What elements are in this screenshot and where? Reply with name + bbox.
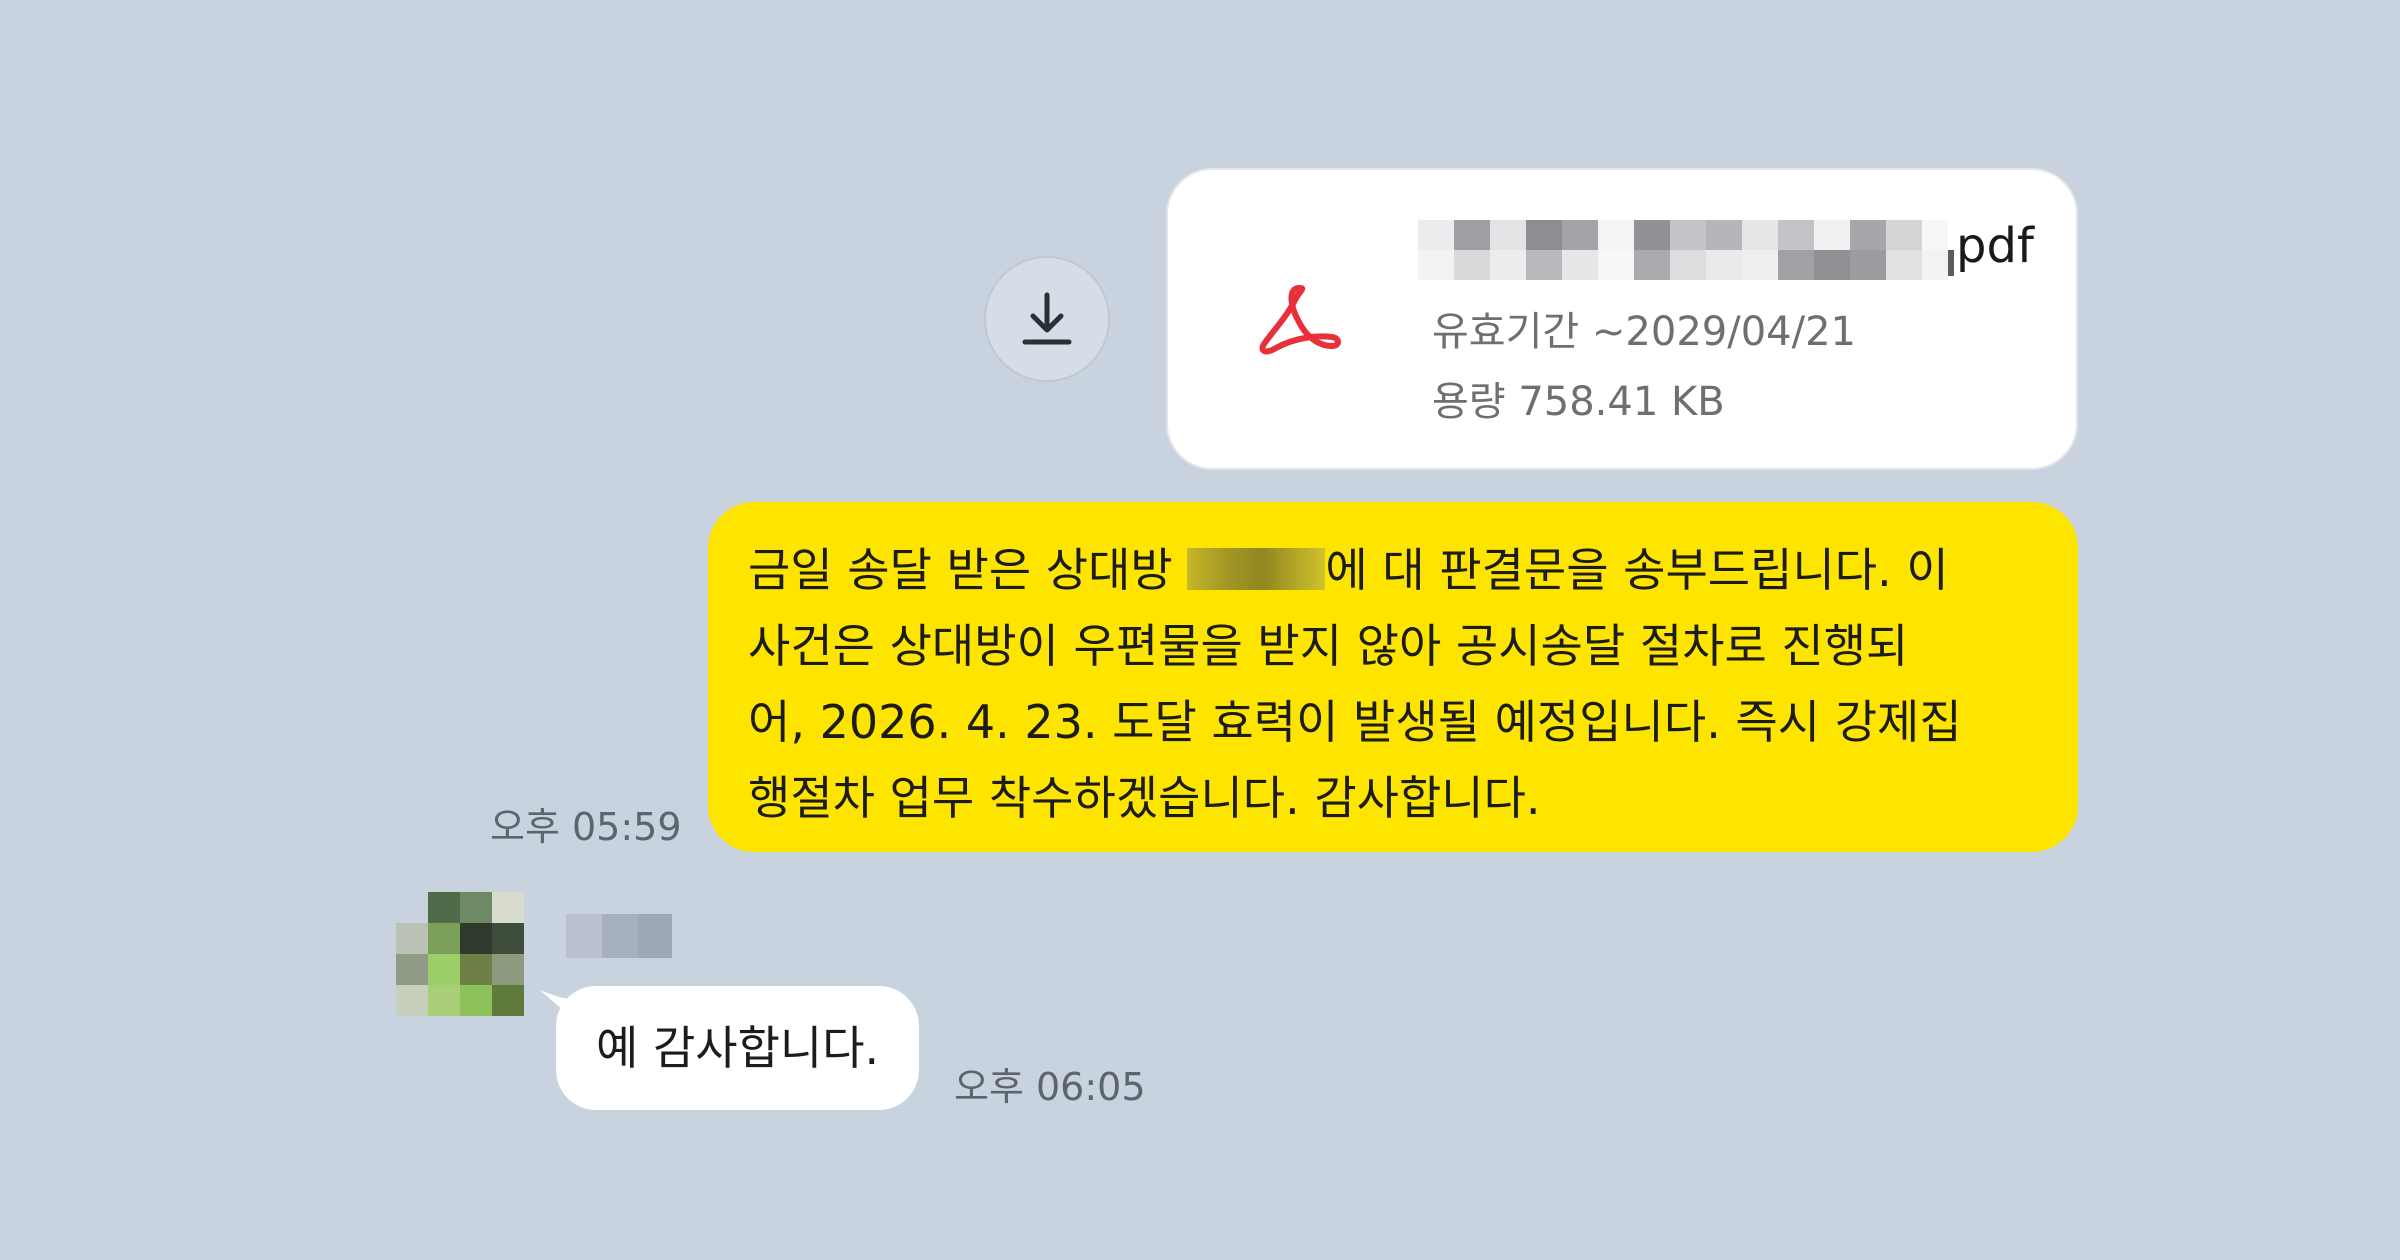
sender-avatar[interactable] [396,892,524,1016]
redacted-segment [1418,220,1454,250]
redacted-segment [1948,250,1954,276]
redacted-segment [1490,250,1526,280]
avatar-pixel [492,892,524,923]
avatar-pixel [396,985,428,1016]
redacted-segment [1670,220,1706,250]
avatar-pixel [460,985,492,1016]
avatar-pixel [428,954,460,985]
sender-name [566,914,672,958]
incoming-message-bubble[interactable]: 예 감사합니다. [556,986,920,1110]
redacted-segment [1634,220,1670,250]
redacted-segment [1562,220,1598,250]
outgoing-message-bubble[interactable]: 금일 송달 받은 상대방 에 대 판결문을 송부드립니다. 이 사건은 상대방이… [708,502,2078,852]
redacted-segment [1850,250,1886,280]
file-extension: pdf [1956,218,2034,274]
redacted-segment [1742,220,1778,250]
message-text: 금일 송달 받은 상대방 [748,543,1188,597]
redacted-segment [566,914,602,958]
redacted-segment [1814,220,1850,250]
message-line-2: 사건은 상대방이 우편물을 받지 않아 공시송달 절차로 진행되 [748,619,1909,673]
redacted-segment [1634,250,1670,280]
avatar-pixel [460,923,492,954]
avatar-pixel [492,985,524,1016]
avatar-pixel [428,985,460,1016]
download-icon [1022,292,1072,345]
redacted-file-name [1418,220,1954,280]
message-line-4: 행절차 업무 착수하겠습니다. 감사합니다. [748,771,1541,825]
redacted-segment [1886,250,1922,280]
redacted-segment [1454,250,1490,280]
redacted-name [1187,548,1326,590]
incoming-message-time: 오후 06:05 [954,1065,1146,1109]
file-attachment-card[interactable]: pdf 유효기간 ~2029/04/21 용량 758.41 KB [1166,168,2078,470]
incoming-message: 예 감사합니다. [540,986,920,1110]
redacted-segment [1850,220,1886,250]
pdf-acrobat-icon [1259,285,1341,355]
redacted-segment [1526,220,1562,250]
message-line-1: 금일 송달 받은 상대방 에 대 판결문을 송부드립니다. 이 [748,532,2040,608]
file-expiry: 유효기간 ~2029/04/21 [1432,309,1856,355]
download-button[interactable] [984,256,1110,382]
redacted-segment [1454,220,1490,250]
redacted-segment [1814,250,1850,280]
redacted-segment [1778,220,1814,250]
redacted-segment [602,914,638,958]
redacted-segment [1778,250,1814,280]
redacted-segment [1886,220,1922,250]
file-size: 용량 758.41 KB [1432,379,1725,425]
redacted-segment [1418,250,1454,280]
redacted-segment [1562,250,1598,280]
redacted-segment [1526,250,1562,280]
avatar-pixel [460,954,492,985]
outgoing-message-time: 오후 05:59 [490,805,682,849]
message-text: 에 대 판결문을 송부드립니다. 이 [1325,543,1949,597]
redacted-segment [1922,250,1948,280]
redacted-segment [1598,250,1634,280]
avatar-pixel [396,923,428,954]
avatar-pixel [460,892,492,923]
redacted-segment [638,914,672,958]
redacted-segment [1490,220,1526,250]
message-line-3: 어, 2026. 4. 23. 도달 효력이 발생될 예정입니다. 즉시 강제집 [748,695,1962,749]
redacted-segment [1706,220,1742,250]
avatar-pixel [492,954,524,985]
file-name: pdf [1418,214,2058,284]
avatar-pixel [428,892,460,923]
redacted-segment [1706,250,1742,280]
redacted-segment [1670,250,1706,280]
redacted-segment [1922,220,1948,250]
avatar-pixel [428,923,460,954]
avatar-pixel [396,954,428,985]
redacted-segment [1598,220,1634,250]
avatar-pixel [492,923,524,954]
redacted-segment [1742,250,1778,280]
